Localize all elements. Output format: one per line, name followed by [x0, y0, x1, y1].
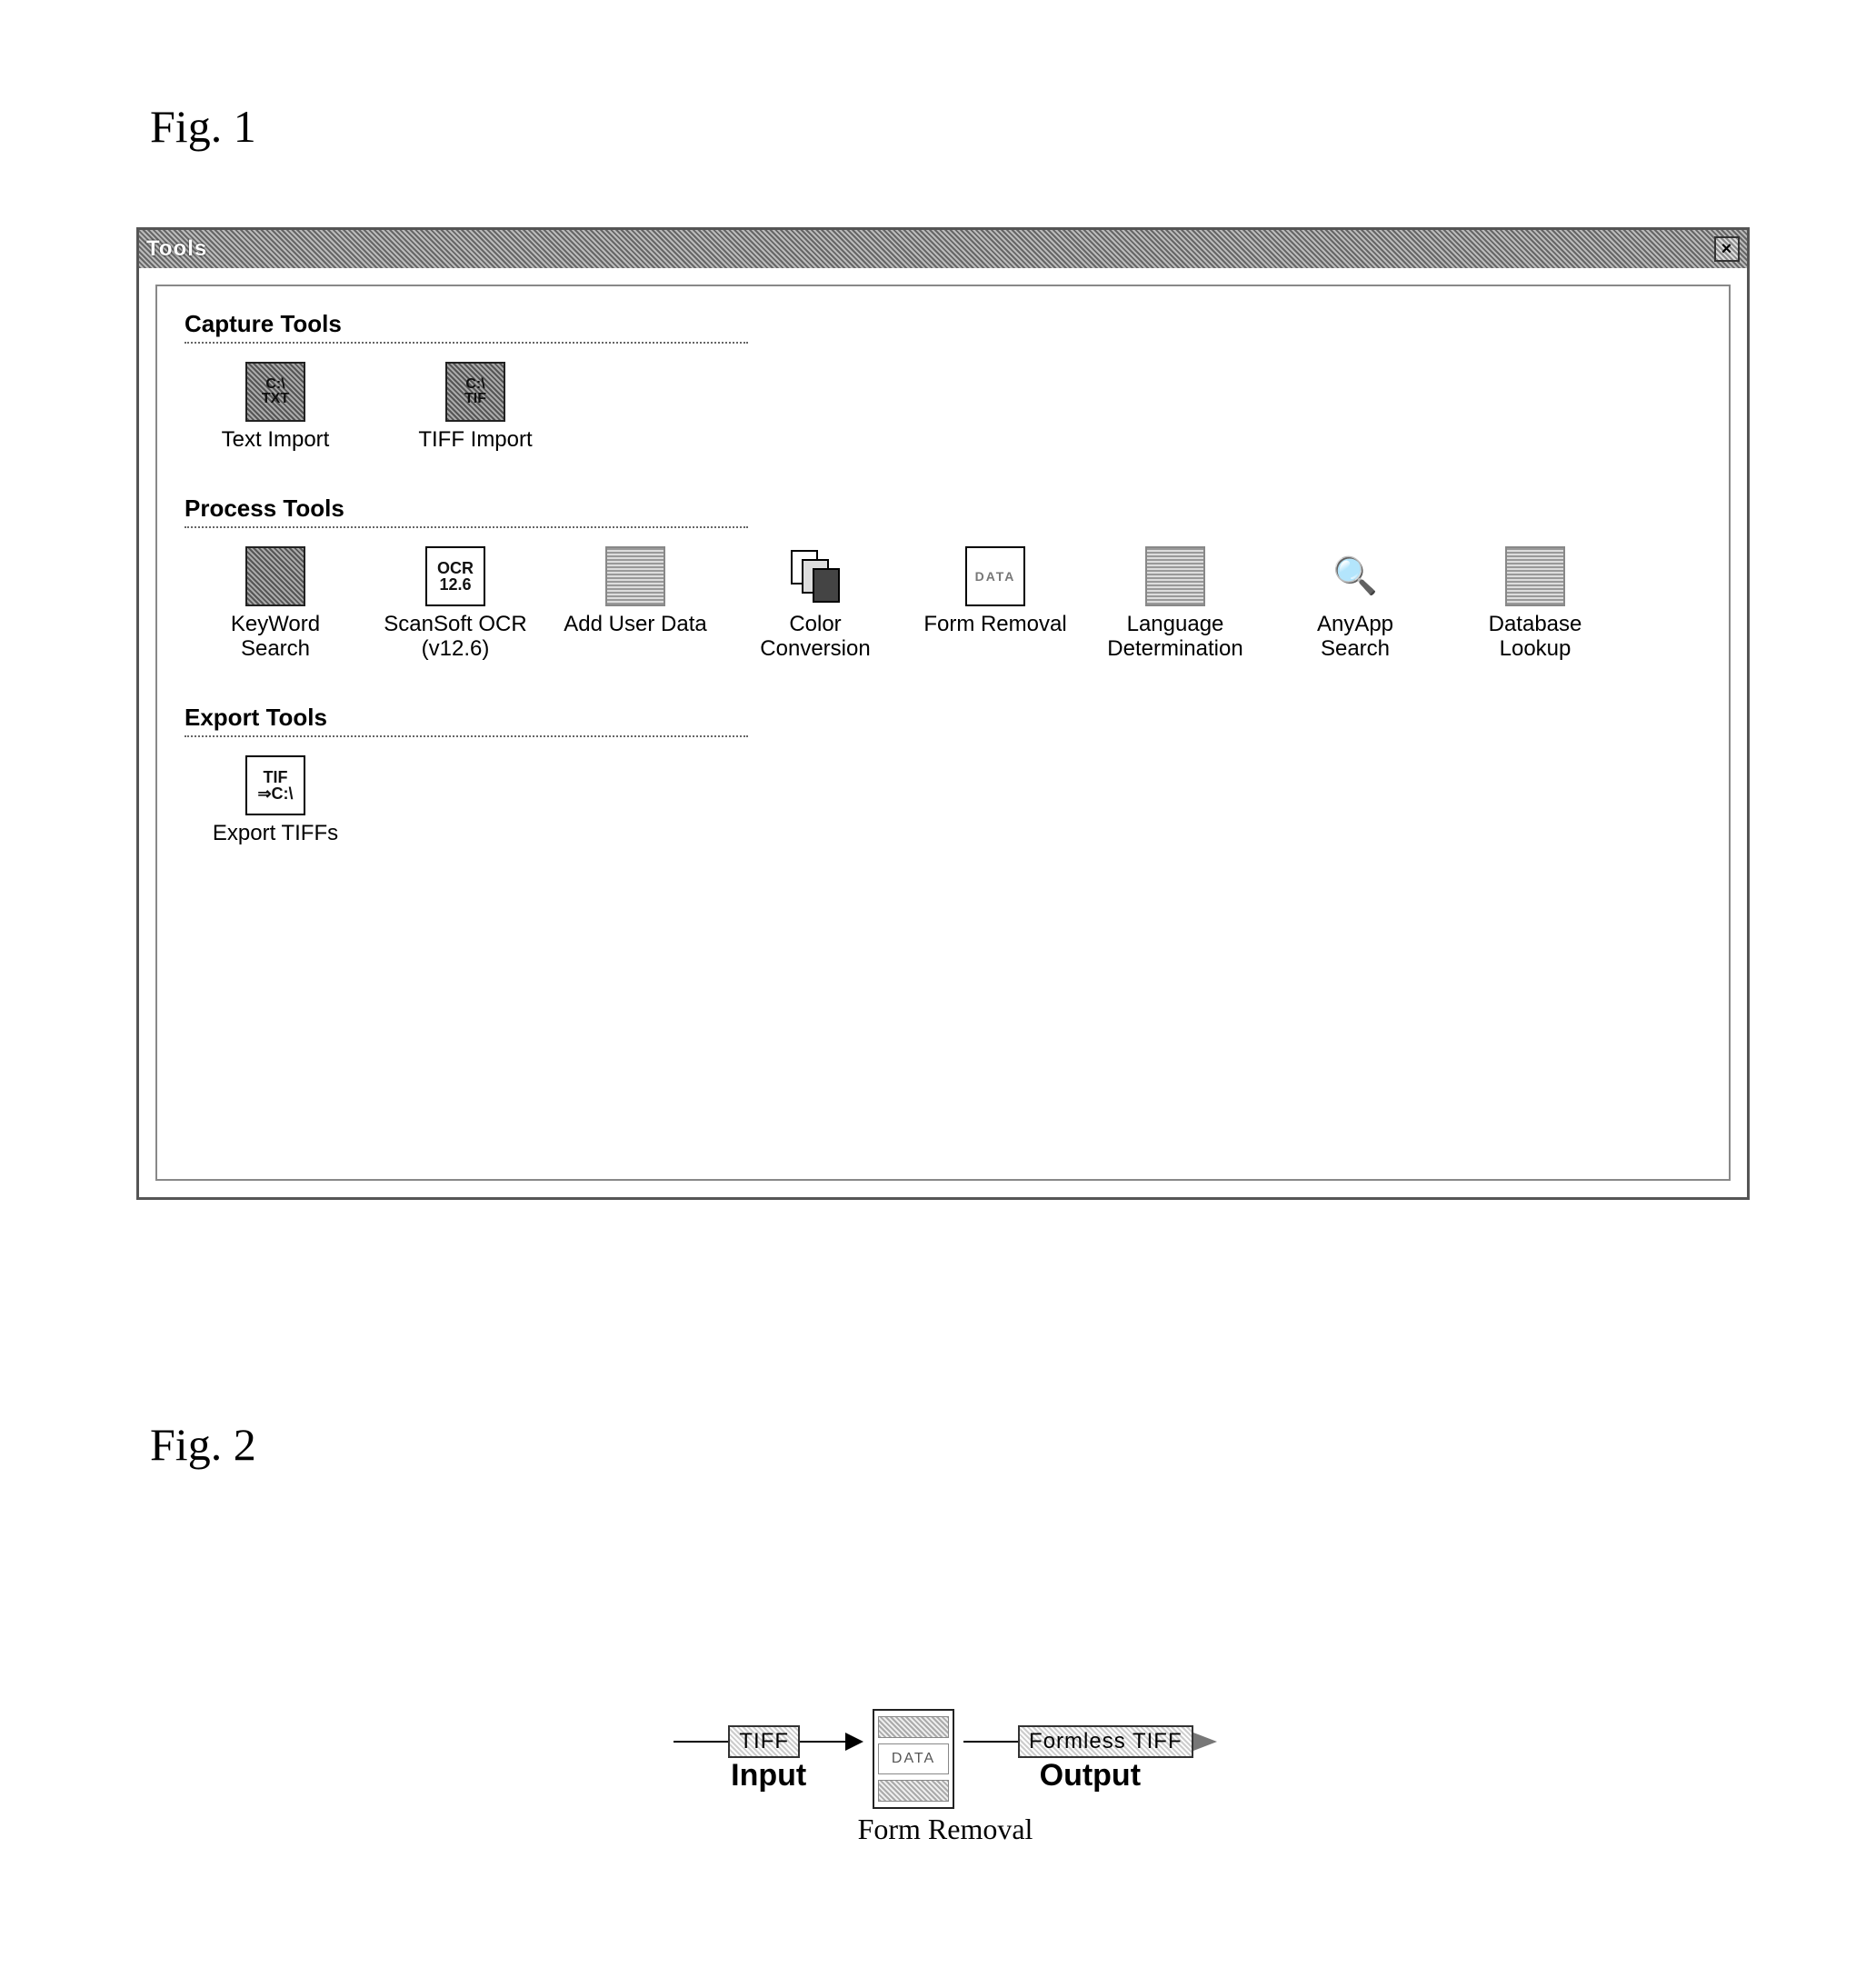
- capture-tools-header: Capture Tools: [185, 310, 748, 344]
- figure-2-diagram: TIFF Input DATA Formless TIFF Output For…: [536, 1709, 1354, 1846]
- tool-label: Database Lookup: [1462, 612, 1608, 662]
- output-label: Output: [963, 1758, 1217, 1793]
- tool-anyapp-search[interactable]: 🔍 AnyApp Search: [1282, 546, 1428, 662]
- form-removal-node-icon: DATA: [873, 1709, 954, 1809]
- capture-tools-row: C:\ TXT Text Import C:\ TIF TIFF Import: [185, 344, 1701, 489]
- language-determination-icon: [1145, 546, 1205, 606]
- tool-label: ScanSoft OCR (v12.6): [383, 612, 528, 662]
- color-conversion-icon: [785, 546, 845, 606]
- export-tools-header: Export Tools: [185, 704, 748, 737]
- tool-label: Text Import: [203, 427, 348, 453]
- window-body: Capture Tools C:\ TXT Text Import C:\ TI…: [155, 285, 1731, 1181]
- form-removal-node-icon-text: DATA: [878, 1743, 949, 1774]
- tool-keyword-search[interactable]: KeyWord Search: [203, 546, 348, 662]
- tool-label: TIFF Import: [403, 427, 548, 453]
- tool-export-tiffs[interactable]: TIF ⇒C:\ Export TIFFs: [203, 755, 348, 846]
- wire: [963, 1741, 1018, 1743]
- output-chip: Formless TIFF: [1018, 1725, 1193, 1758]
- window-title: Tools: [146, 236, 207, 262]
- form-removal-node-label: Form Removal: [536, 1813, 1354, 1846]
- tool-add-user-data[interactable]: Add User Data: [563, 546, 708, 637]
- arrow-icon: [845, 1733, 863, 1751]
- scansoft-ocr-icon: OCR 12.6: [425, 546, 485, 606]
- tool-label: Language Determination: [1103, 612, 1248, 662]
- form-removal-icon: DATA: [965, 546, 1025, 606]
- export-tools-row: TIF ⇒C:\ Export TIFFs: [185, 737, 1701, 883]
- tool-form-removal[interactable]: DATA Form Removal: [923, 546, 1068, 637]
- tool-label: KeyWord Search: [203, 612, 348, 662]
- tool-label: Color Conversion: [743, 612, 888, 662]
- tool-label: Export TIFFs: [203, 821, 348, 846]
- wire: [800, 1741, 845, 1743]
- process-tools-header: Process Tools: [185, 494, 748, 528]
- tools-window: Tools × Capture Tools C:\ TXT Text Impor…: [136, 227, 1750, 1200]
- export-tiffs-icon: TIF ⇒C:\: [245, 755, 305, 815]
- tool-database-lookup[interactable]: Database Lookup: [1462, 546, 1608, 662]
- form-removal-icon-text: DATA: [975, 570, 1016, 583]
- text-import-icon: C:\ TXT: [245, 362, 305, 422]
- figure-1-label: Fig. 1: [150, 100, 256, 153]
- tiff-import-icon: C:\ TIF: [445, 362, 505, 422]
- tool-language-determination[interactable]: Language Determination: [1103, 546, 1248, 662]
- tool-scansoft-ocr[interactable]: OCR 12.6 ScanSoft OCR (v12.6): [383, 546, 528, 662]
- database-lookup-icon: [1505, 546, 1565, 606]
- wire: [674, 1741, 728, 1743]
- tool-label: Form Removal: [923, 612, 1068, 637]
- titlebar[interactable]: Tools ×: [139, 230, 1747, 268]
- process-tools-row: KeyWord Search OCR 12.6 ScanSoft OCR (v1…: [185, 528, 1701, 698]
- close-icon[interactable]: ×: [1714, 236, 1740, 262]
- add-user-data-icon: [605, 546, 665, 606]
- figure-2-label: Fig. 2: [150, 1418, 256, 1471]
- tool-tiff-import[interactable]: C:\ TIF TIFF Import: [403, 362, 548, 453]
- tool-text-import[interactable]: C:\ TXT Text Import: [203, 362, 348, 453]
- tool-label: Add User Data: [563, 612, 708, 637]
- anyapp-search-icon: 🔍: [1325, 546, 1385, 606]
- arrow-icon: [1193, 1733, 1217, 1751]
- input-chip: TIFF: [728, 1725, 800, 1758]
- keyword-search-icon: [245, 546, 305, 606]
- tool-label: AnyApp Search: [1282, 612, 1428, 662]
- input-label: Input: [674, 1758, 863, 1793]
- tool-color-conversion[interactable]: Color Conversion: [743, 546, 888, 662]
